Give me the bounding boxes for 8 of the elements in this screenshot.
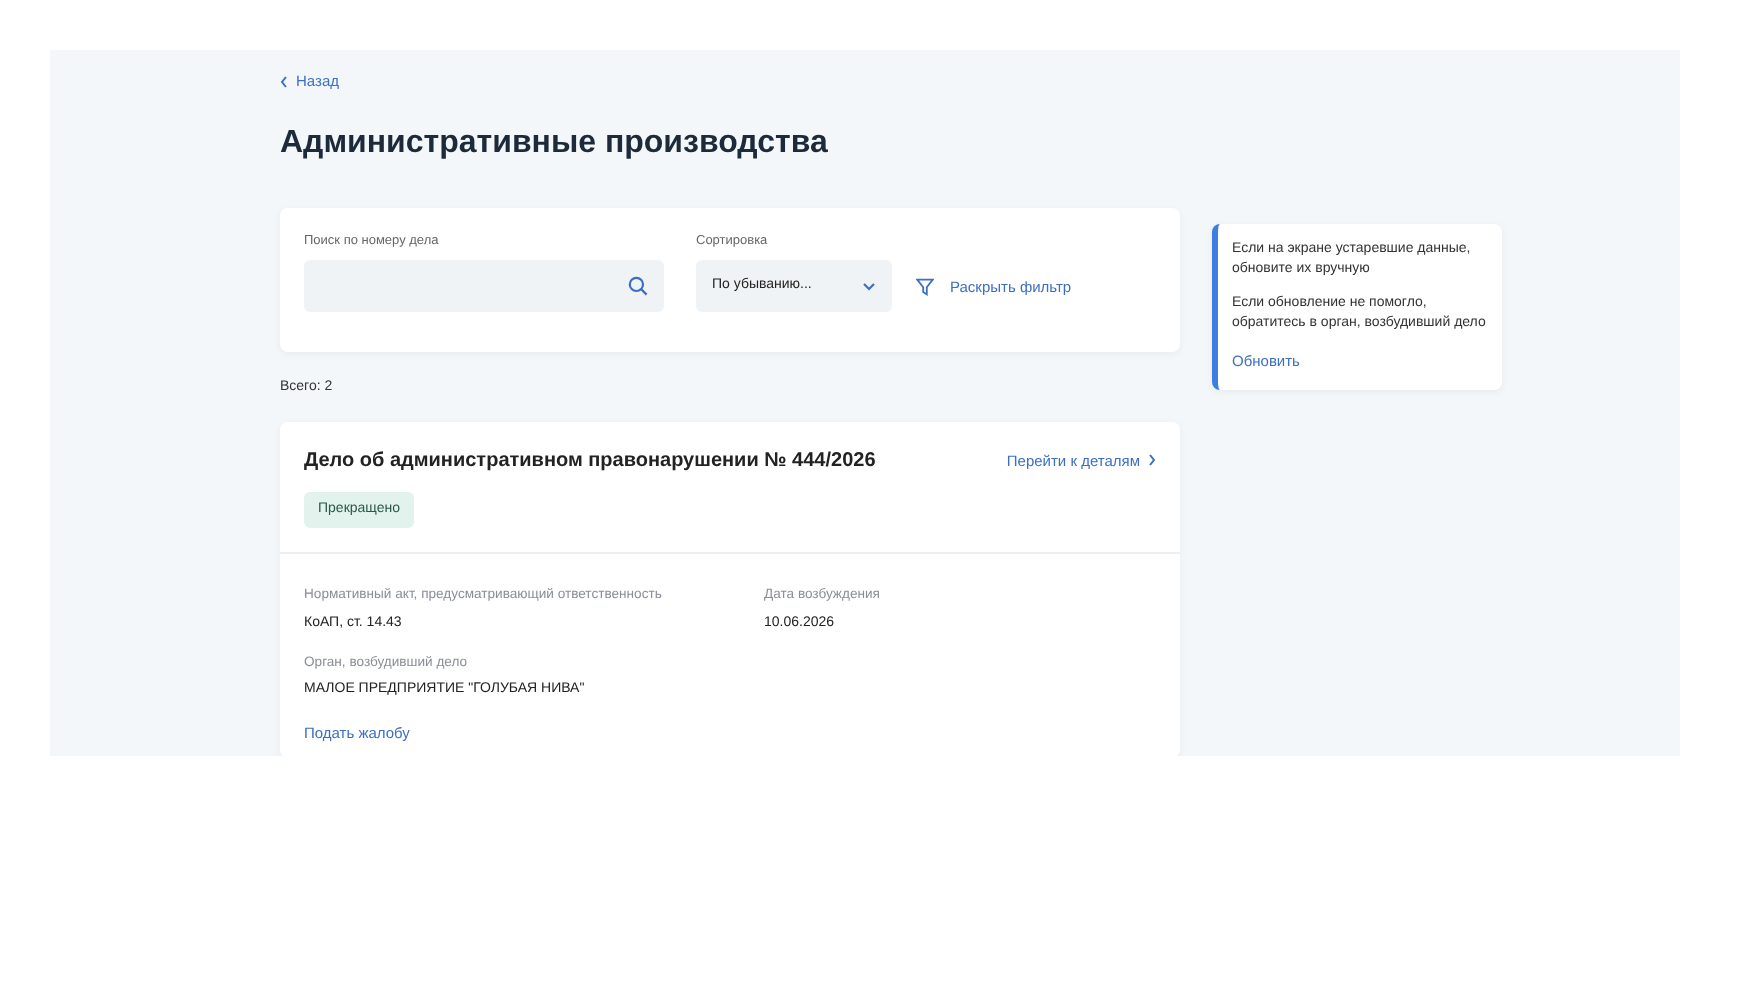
case-title: Дело об административном правонарушении № 444/2026 [304, 447, 876, 476]
chevron-left-icon [280, 75, 288, 88]
search-field[interactable] [304, 260, 664, 313]
search-icon[interactable] [628, 276, 648, 297]
chevron-right-icon [1148, 454, 1156, 467]
page-title: Административные производства [280, 123, 830, 164]
chevron-down-icon [862, 281, 876, 292]
filter-icon [916, 277, 934, 296]
